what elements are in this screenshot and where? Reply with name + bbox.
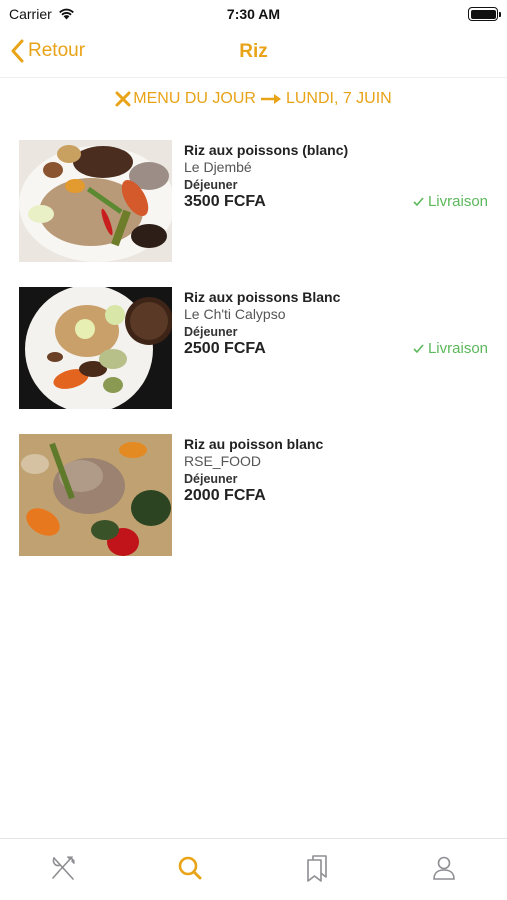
- checkmark-icon: [413, 343, 424, 353]
- meal-type: Déjeuner: [184, 178, 238, 192]
- dish-info: Riz au poisson blanc RSE_FOOD Déjeuner 2…: [184, 436, 394, 505]
- page-title: Riz: [239, 41, 268, 62]
- tab-search[interactable]: [127, 839, 254, 900]
- meal-type: Déjeuner: [184, 325, 238, 339]
- status-time: 7:30 AM: [226, 6, 281, 22]
- dish-photo: [19, 287, 172, 409]
- search-icon: [178, 856, 202, 879]
- dish-list: Riz aux poissons (blanc) Le Djembé Déjeu…: [0, 140, 507, 581]
- cutlery-icon: [52, 855, 76, 880]
- status-bar: Carrier 7:30 AM: [0, 0, 507, 28]
- navigation-bar: Retour Riz: [0, 28, 507, 78]
- tab-bookmarks[interactable]: [254, 839, 381, 900]
- dish-name: Riz aux poissons Blanc: [184, 289, 341, 305]
- list-item[interactable]: Riz aux poissons Blanc Le Ch'ti Calypso …: [0, 287, 507, 434]
- restaurant-name: RSE_FOOD: [184, 453, 262, 469]
- dish-photo: [19, 140, 172, 262]
- dish-price: 3500 FCFA: [184, 193, 266, 210]
- checkmark-icon: [413, 196, 424, 206]
- delivery-label: Livraison: [427, 340, 488, 357]
- list-item[interactable]: Riz aux poissons (blanc) Le Djembé Déjeu…: [0, 140, 507, 287]
- dish-price: 2500 FCFA: [184, 340, 266, 357]
- close-icon: [115, 91, 131, 107]
- bookmarks-icon: [307, 854, 327, 882]
- delivery-label: Livraison: [427, 193, 488, 210]
- list-item[interactable]: Riz au poisson blanc RSE_FOOD Déjeuner 2…: [0, 434, 507, 581]
- dish-name: Riz au poisson blanc: [184, 436, 324, 452]
- dish-info: Riz aux poissons Blanc Le Ch'ti Calypso …: [184, 289, 394, 358]
- menu-of-the-day-header: MENU DU JOUR LUNDI, 7 JUIN: [0, 90, 507, 108]
- battery-icon: [468, 7, 501, 21]
- profile-icon: [432, 856, 455, 880]
- delivery-badge: Livraison: [413, 193, 488, 210]
- menu-prefix: MENU DU JOUR: [133, 90, 256, 107]
- restaurant-name: Le Ch'ti Calypso: [184, 306, 286, 322]
- restaurant-name: Le Djembé: [184, 159, 252, 175]
- tab-restaurants[interactable]: [0, 839, 127, 900]
- dish-photo: [19, 434, 172, 556]
- tab-profile[interactable]: [380, 839, 507, 900]
- dish-price: 2000 FCFA: [184, 487, 266, 504]
- dish-info: Riz aux poissons (blanc) Le Djembé Déjeu…: [184, 142, 394, 211]
- tab-bar: [0, 838, 507, 900]
- delivery-badge: Livraison: [413, 340, 488, 357]
- arrow-right-icon: [260, 94, 281, 104]
- meal-type: Déjeuner: [184, 472, 238, 486]
- menu-date: LUNDI, 7 JUIN: [285, 90, 392, 107]
- dish-name: Riz aux poissons (blanc): [184, 142, 349, 158]
